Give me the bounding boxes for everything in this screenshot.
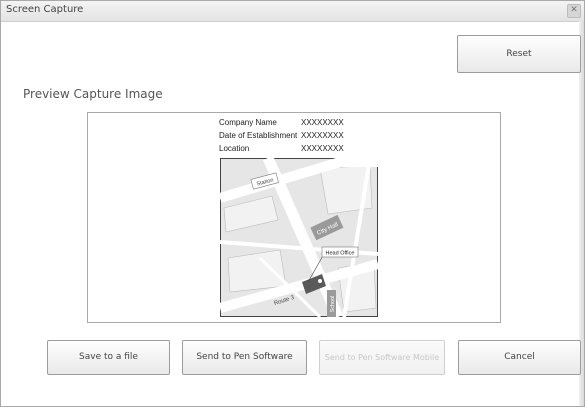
info-label: Location	[219, 144, 250, 153]
save-to-file-label: Save to a file	[79, 352, 138, 362]
info-value: XXXXXXXX	[301, 118, 344, 127]
school-label-box: School	[327, 290, 336, 317]
title-bar: Screen Capture ✕	[1, 1, 584, 22]
send-to-pen-software-mobile-label: Send to Pen Software Mobile	[324, 353, 440, 362]
info-row-establishment: Date of Establishment XXXXXXXX	[219, 131, 344, 140]
cancel-button-label: Cancel	[504, 352, 535, 362]
send-to-pen-software-label: Send to Pen Software	[196, 352, 293, 362]
send-to-pen-software-mobile-button[interactable]: Send to Pen Software Mobile	[319, 340, 445, 375]
head-office-label: Head Office	[326, 251, 355, 257]
head-office-pin	[318, 279, 322, 283]
info-row-location: Location XXXXXXXX	[219, 144, 344, 153]
info-label: Date of Establishment	[219, 131, 298, 140]
location-map: City Hall Station Head Office Route 3 Sc…	[220, 158, 378, 317]
school-label: School	[330, 296, 336, 313]
cancel-button[interactable]: Cancel	[458, 340, 581, 375]
info-label: Company Name	[219, 118, 277, 127]
info-row-company: Company Name XXXXXXXX	[219, 118, 344, 127]
save-to-file-button[interactable]: Save to a file	[47, 340, 170, 375]
reset-button-label: Reset	[506, 49, 532, 59]
send-to-pen-software-button[interactable]: Send to Pen Software	[182, 340, 307, 375]
reset-button[interactable]: Reset	[457, 35, 581, 73]
window-title: Screen Capture	[6, 4, 84, 15]
preview-heading: Preview Capture Image	[23, 87, 163, 101]
info-value: XXXXXXXX	[301, 144, 344, 153]
screen-capture-window: Screen Capture ✕ Reset Preview Capture I…	[0, 0, 585, 407]
info-value: XXXXXXXX	[301, 131, 344, 140]
close-icon[interactable]: ✕	[567, 4, 581, 18]
